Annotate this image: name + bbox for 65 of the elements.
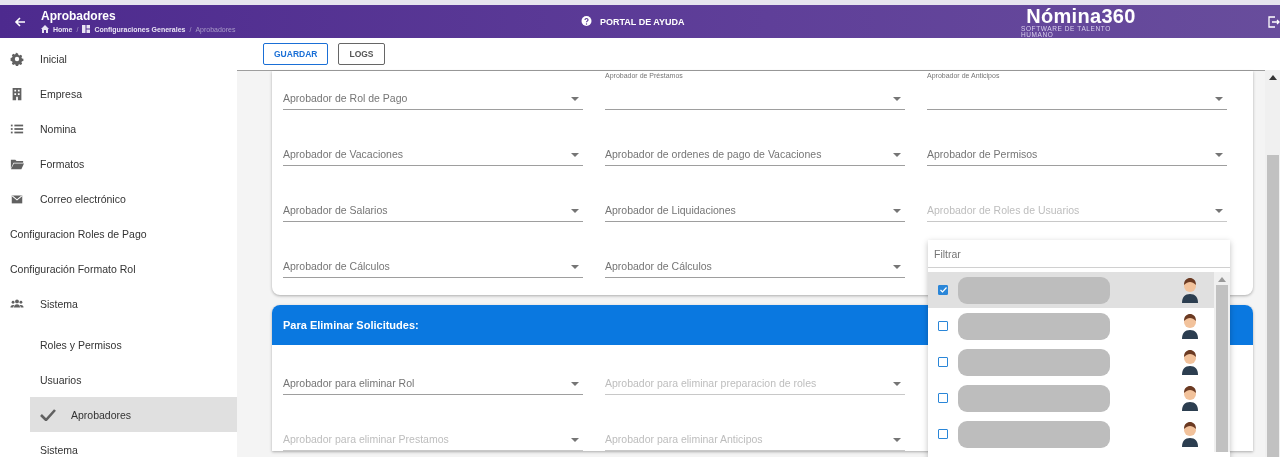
sidebar-subitem[interactable]: Usuarios: [0, 362, 237, 397]
scrollbar[interactable]: [1265, 70, 1280, 457]
avatar-icon: [1180, 277, 1200, 303]
logo-text: Nómina360: [1026, 5, 1136, 26]
select-field[interactable]: Aprobador de Cálculos: [605, 240, 905, 278]
caret-icon: [571, 153, 579, 157]
caret-icon: [893, 97, 901, 101]
caret-icon: [571, 438, 579, 442]
page-title: Aprobadores: [41, 9, 117, 23]
select-field[interactable]: Aprobador de Liquidaciones: [605, 184, 905, 222]
select-field[interactable]: Aprobador de Cálculos: [283, 240, 583, 278]
caret-icon: [571, 97, 579, 101]
caret-icon: [571, 265, 579, 269]
caret-icon: [1215, 153, 1223, 157]
caret-icon: [893, 209, 901, 213]
avatar-icon: [1180, 385, 1200, 411]
scrollbar[interactable]: [1214, 272, 1230, 452]
sidebar-subitem[interactable]: Aprobadores: [30, 397, 237, 432]
avatar-icon: [1180, 349, 1200, 375]
caret-icon: [1215, 97, 1223, 101]
caret-icon: [571, 382, 579, 386]
caret-icon: [571, 209, 579, 213]
grid-icon: [82, 25, 91, 33]
checkbox[interactable]: [938, 393, 948, 403]
checkbox[interactable]: [938, 357, 948, 367]
select-field[interactable]: Aprobador de Salarios: [283, 184, 583, 222]
save-button[interactable]: GUARDAR: [263, 43, 329, 65]
select-field[interactable]: Aprobador de Vacaciones: [283, 128, 583, 166]
avatar-icon: [1180, 313, 1200, 339]
logs-button[interactable]: LOGS: [338, 43, 385, 65]
sidebar-item[interactable]: Correo electrónico: [0, 181, 237, 216]
caret-icon: [893, 153, 901, 157]
help-portal-link[interactable]: PORTAL DE AYUDA: [600, 16, 685, 27]
caret-icon: [893, 265, 901, 269]
avatar-icon: [1180, 421, 1200, 447]
sidebar-subitem[interactable]: Roles y Permisos: [0, 327, 237, 362]
sidebar-item[interactable]: Formatos: [0, 146, 237, 181]
back-arrow-icon[interactable]: [13, 14, 27, 29]
card-title: Para Eliminar Solicitudes:: [283, 319, 419, 331]
select-field[interactable]: Aprobador de ordenes de pago de Vacaciones: [605, 128, 905, 166]
logout-icon[interactable]: [1268, 16, 1280, 28]
check-icon: [40, 408, 56, 421]
dropdown-option[interactable]: [928, 272, 1214, 308]
caret-icon: [893, 438, 901, 442]
select-field[interactable]: Aprobador para eliminar Rol: [283, 357, 583, 395]
home-icon: [41, 25, 49, 33]
checkbox[interactable]: [938, 321, 948, 331]
sidebar-item[interactable]: Sistema: [0, 286, 237, 321]
sidebar-item[interactable]: Configuración Formato Rol: [0, 251, 237, 286]
select-field[interactable]: Aprobador de Rol de Pago: [283, 72, 583, 110]
filter-field[interactable]: Filtrar: [928, 240, 1230, 268]
sidebar-item[interactable]: Configuracion Roles de Pago: [0, 216, 237, 251]
sidebar-subitem[interactable]: Sistema: [0, 432, 237, 457]
caret-icon: [893, 382, 901, 386]
settings-icon: [10, 51, 24, 66]
building-icon: [10, 86, 24, 101]
sidebar-item[interactable]: Nomina: [0, 111, 237, 146]
help-icon: [581, 16, 592, 27]
checkbox[interactable]: [938, 285, 948, 295]
scroll-up-icon[interactable]: [1268, 74, 1277, 80]
sidebar-item[interactable]: Empresa: [0, 76, 237, 111]
checkbox[interactable]: [938, 429, 948, 439]
select-field[interactable]: Aprobador de Permisos: [927, 128, 1227, 166]
sidebar-item[interactable]: Inicial: [0, 41, 237, 76]
caret-icon: [1215, 209, 1223, 213]
